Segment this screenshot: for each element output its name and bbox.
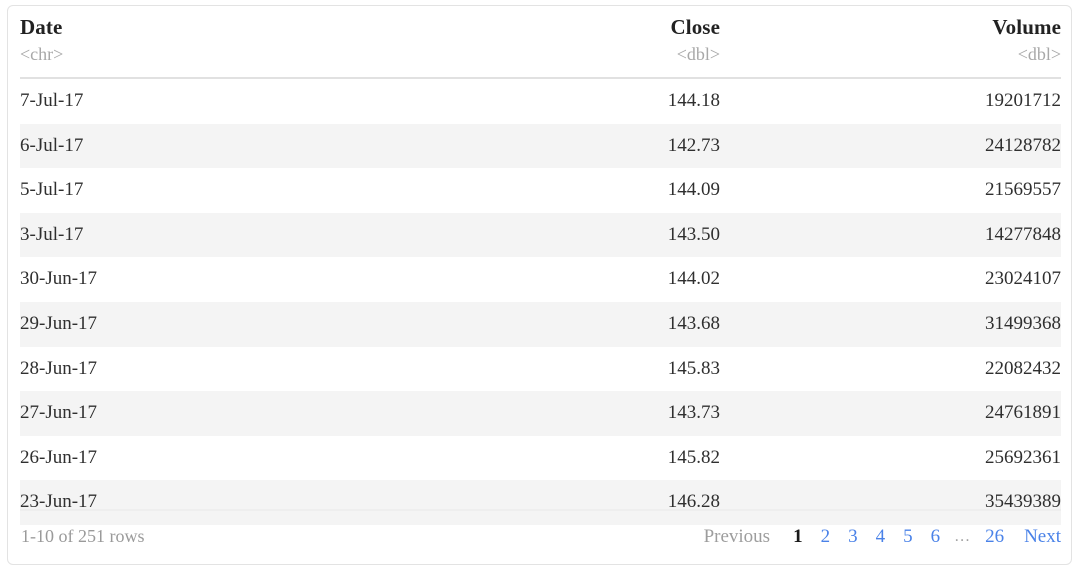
pagination-page-2[interactable]: 2 (812, 509, 840, 564)
cell-date: 26-Jun-17 (20, 446, 98, 468)
cell-date: 30-Jun-17 (20, 268, 98, 290)
table-footer: 1-10 of 251 rows Previous 1 2 3 4 5 6 … … (20, 509, 1061, 564)
cell-volume: 23024107 (985, 268, 1061, 290)
cell-close: 145.82 (667, 446, 720, 468)
pagination-ellipsis: … (954, 528, 972, 545)
cell-date: 28-Jun-17 (20, 357, 98, 379)
cell-volume: 21569557 (985, 179, 1061, 201)
cell-date: 5-Jul-17 (20, 179, 84, 201)
cell-close: 143.73 (667, 402, 720, 424)
pagination-next[interactable]: Next (1013, 509, 1061, 564)
cell-close: 144.09 (667, 179, 720, 201)
column-header-date-label: Date (20, 15, 63, 39)
cell-date: 6-Jul-17 (20, 134, 84, 156)
table-row[interactable]: 28-Jun-17 145.83 22082432 (20, 347, 1061, 392)
column-header-date[interactable]: Date <chr> (20, 15, 460, 66)
cell-close: 144.18 (667, 90, 720, 111)
cell-volume: 24128782 (985, 134, 1061, 156)
table-row[interactable]: 29-Jun-17 143.68 31499368 (20, 301, 1061, 347)
column-header-volume-label: Volume (992, 15, 1061, 39)
table-row[interactable]: 30-Jun-17 144.02 23024107 (20, 257, 1061, 302)
column-header-close[interactable]: Close <dbl> (460, 15, 721, 66)
table-body: 7-Jul-17 144.18 19201712 6-Jul-17 142.73… (20, 79, 1061, 525)
table-row[interactable]: 26-Jun-17 145.82 25692361 (20, 436, 1061, 481)
table-row[interactable]: 7-Jul-17 144.18 19201712 (20, 79, 1061, 124)
pagination-page-5[interactable]: 5 (894, 509, 922, 564)
pagination-page-last[interactable]: 26 (976, 509, 1013, 564)
cell-volume: 22082432 (985, 357, 1061, 379)
cell-date: 29-Jun-17 (20, 312, 98, 334)
pagination-previous[interactable]: Previous (695, 509, 785, 564)
cell-close: 145.83 (667, 357, 720, 379)
pagination-page-3[interactable]: 3 (839, 509, 867, 564)
column-header-volume-type: <dbl> (1017, 44, 1061, 64)
cell-volume: 25692361 (985, 446, 1061, 468)
cell-date: 7-Jul-17 (20, 90, 84, 111)
pagination: Previous 1 2 3 4 5 6 … 26 Next (695, 509, 1061, 564)
column-header-volume[interactable]: Volume <dbl> (720, 15, 1061, 66)
table-row[interactable]: 6-Jul-17 142.73 24128782 (20, 123, 1061, 169)
table-row[interactable]: 3-Jul-17 143.50 14277848 (20, 212, 1061, 258)
cell-close: 143.50 (667, 223, 720, 245)
cell-volume: 24761891 (985, 402, 1061, 424)
table-row[interactable]: 27-Jun-17 143.73 24761891 (20, 391, 1061, 436)
cell-date: 3-Jul-17 (20, 223, 84, 245)
cell-volume: 31499368 (985, 312, 1061, 334)
column-header-date-type: <chr> (20, 44, 64, 64)
pagination-page-4[interactable]: 4 (867, 509, 895, 564)
data-table-container: Date <chr> Close <dbl> Volume <dbl> 7-Ju… (7, 5, 1072, 565)
pagination-page-1[interactable]: 1 (784, 509, 812, 564)
table-header: Date <chr> Close <dbl> Volume <dbl> (20, 6, 1061, 79)
cell-close: 144.02 (667, 268, 720, 290)
pagination-page-6[interactable]: 6 (922, 509, 950, 564)
data-table: Date <chr> Close <dbl> Volume <dbl> 7-Ju… (20, 6, 1061, 564)
cell-volume: 14277848 (985, 223, 1061, 245)
rows-summary: 1-10 of 251 rows (21, 526, 145, 546)
table-header-row: Date <chr> Close <dbl> Volume <dbl> (20, 6, 1061, 66)
column-header-close-label: Close (670, 15, 720, 39)
cell-date: 27-Jun-17 (20, 402, 98, 424)
cell-close: 143.68 (667, 312, 720, 334)
column-header-close-type: <dbl> (676, 44, 720, 64)
cell-volume: 19201712 (985, 90, 1061, 111)
table-row[interactable]: 5-Jul-17 144.09 21569557 (20, 168, 1061, 213)
cell-close: 142.73 (667, 134, 720, 156)
